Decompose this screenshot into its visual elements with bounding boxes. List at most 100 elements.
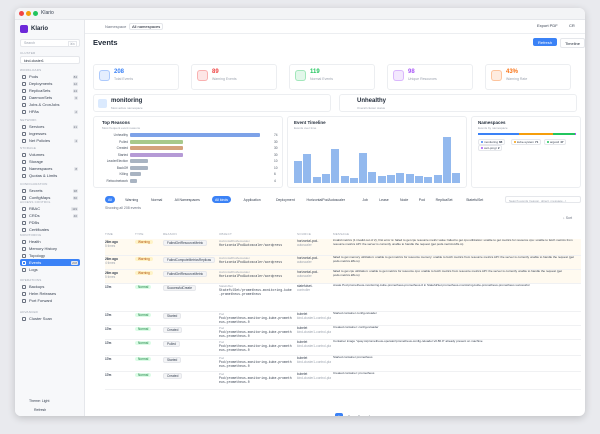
table-row[interactable]: 17m Normal Created Pod Pod/prometheus-monito…	[105, 326, 581, 340]
refresh-button[interactable]: Refresh	[20, 407, 80, 414]
sidebar-item-services[interactable]: Services 21	[20, 123, 80, 130]
sidebar-item-net-policies[interactable]: Net Policies 4	[20, 137, 80, 144]
object-link[interactable]: HorizontalPodAutoscaler/wordpress	[219, 243, 293, 247]
column-header-message[interactable]: MESSAGE	[333, 232, 349, 236]
kind-filter-horizontalpodautoscaler[interactable]: HorizontalPodAutoscaler	[304, 196, 349, 203]
sort-button[interactable]: ↓ Sort	[563, 216, 572, 220]
sidebar-item-hpas[interactable]: HPAs 2	[20, 108, 80, 115]
filter-all[interactable]: All	[105, 196, 115, 203]
column-header-object[interactable]: OBJECT	[219, 232, 232, 236]
sidebar-item-storage[interactable]: Storage	[20, 158, 80, 165]
object-link[interactable]: Pod/prometheus-monitoring-kube-prometheu…	[219, 330, 293, 338]
page-4-button[interactable]: 4	[365, 413, 373, 416]
timeline-bar	[303, 153, 312, 183]
close-window-button[interactable]	[19, 11, 24, 16]
sidebar-item-configmaps[interactable]: ConfigMaps 60	[20, 194, 80, 201]
sidebar-item-label: Logs	[29, 267, 38, 272]
kind-filter-lease[interactable]: Lease	[376, 196, 392, 203]
user-avatar[interactable]: CR	[569, 23, 575, 28]
filter-all-namespaces[interactable]: All Namespaces	[172, 196, 203, 203]
refresh-events-button[interactable]: Refresh	[533, 38, 558, 46]
sidebar-item-volumes[interactable]: Volumes	[20, 151, 80, 158]
theme-toggle[interactable]: Theme: Light	[20, 398, 80, 405]
section-storage: STORAGE	[20, 146, 37, 150]
sidebar-item-backups[interactable]: Backups	[20, 283, 80, 290]
table-row[interactable]: 26m ago 4 times Warning FailedComputeMetric…	[105, 256, 581, 270]
page-3-button[interactable]: 3	[355, 413, 363, 416]
object-link[interactable]: Pod/prometheus-monitoring-kube-prometheu…	[219, 316, 293, 324]
sidebar-item-quotas-limits[interactable]: Quotas & Limits	[20, 172, 80, 179]
export-pdf-button[interactable]: Export PDF	[537, 23, 558, 28]
sidebar-item-namespaces[interactable]: Namespaces 8	[20, 165, 80, 172]
table-row[interactable]: 17m Normal SuccessfulCreate StatefulSet Stat…	[105, 284, 581, 312]
sidebar-item-rbac[interactable]: RBAC 119	[20, 205, 80, 212]
sidebar-item-certificates[interactable]: Certificates	[20, 226, 80, 233]
table-row[interactable]: 17m Normal Pulled Pod Pod/prometheus-monitor…	[105, 340, 581, 356]
object-link[interactable]: HorizontalPodAutoscaler/wordpress	[219, 274, 293, 278]
sidebar-item-memory-history[interactable]: Memory History	[20, 245, 80, 252]
event-type-badge: Normal	[135, 313, 152, 317]
sidebar-item-jobs-cronjobs[interactable]: Jobs & CronJobs	[20, 101, 80, 108]
column-header-source[interactable]: SOURCE	[297, 232, 311, 236]
minimize-window-button[interactable]	[26, 11, 31, 16]
kind-filter-job[interactable]: Job	[359, 196, 371, 203]
column-header-reason[interactable]: REASON	[163, 232, 177, 236]
cluster-select[interactable]: kind-cluster1	[20, 56, 80, 64]
namespace-select[interactable]: All namespaces	[129, 23, 164, 30]
sidebar-search[interactable]: Search ⌘K	[20, 39, 80, 47]
object-link[interactable]: HorizontalPodAutoscaler/wordpress	[219, 260, 293, 264]
sidebar-item-deployments[interactable]: Deployments 12	[20, 80, 80, 87]
column-header-time[interactable]: TIME	[105, 232, 113, 236]
sidebar-item-logs[interactable]: Logs	[20, 266, 80, 273]
sidebar-item-events[interactable]: Events 208	[20, 259, 80, 266]
timeline-button[interactable]: Timeline	[560, 38, 585, 48]
sidebar-item-count: 60	[72, 195, 78, 200]
sidebar-item-pods[interactable]: Pods 84	[20, 73, 80, 80]
filter-warning[interactable]: Warning	[122, 196, 141, 203]
search-events-input[interactable]: Search events (reason, object, message..…	[505, 196, 581, 203]
sidebar-item-health[interactable]: Health	[20, 238, 80, 245]
kind-filter-deployment[interactable]: Deployment	[273, 196, 298, 203]
namespaces-sub: Events by namespace	[478, 126, 508, 130]
reason-bar	[130, 178, 137, 183]
sidebar-item-count: 21	[72, 124, 78, 129]
object-link[interactable]: StatefulSet/prometheus-monitoring-kube-p…	[219, 288, 293, 296]
page-1-button[interactable]: 1	[335, 413, 343, 416]
kind-filter-statefulset[interactable]: StatefulSet	[463, 196, 486, 203]
section-workloads: WORKLOADS	[20, 68, 42, 72]
sidebar-item-replicasets[interactable]: ReplicaSets 24	[20, 87, 80, 94]
kind-filter-node[interactable]: Node	[397, 196, 411, 203]
next-page-button[interactable]: ›	[375, 413, 383, 416]
sidebar-item-port-forward[interactable]: Port Forward	[20, 297, 80, 304]
object-link[interactable]: Pod/prometheus-monitoring-kube-prometheu…	[219, 376, 293, 384]
sidebar-item-label: Certificates	[29, 227, 50, 232]
sidebar-item-ingresses[interactable]: Ingresses	[20, 130, 80, 137]
kind-filter-application[interactable]: Application	[241, 196, 264, 203]
table-row[interactable]: 26m ago 5 times Warning FailedGetResourceMe…	[105, 239, 581, 256]
filter-normal[interactable]: Normal	[148, 196, 165, 203]
sidebar-item-daemonsets[interactable]: DaemonSets 6	[20, 94, 80, 101]
sidebar-item-pdbs[interactable]: PDBs	[20, 219, 80, 226]
column-header-type[interactable]: TYPE	[135, 232, 144, 236]
table-row[interactable]: 26m ago 5 times Warning FailedGetResourceMe…	[105, 270, 581, 284]
event-reason-badge: FailedGetResourceMetric	[163, 271, 208, 277]
table-row[interactable]: 17m Normal Started Pod Pod/prometheus-monito…	[105, 312, 581, 326]
event-source-host: autoscaler	[297, 274, 312, 278]
kind-filter-replicaset[interactable]: ReplicaSet	[433, 196, 456, 203]
event-time: 17m	[105, 313, 112, 317]
maximize-window-button[interactable]	[33, 11, 38, 16]
prev-page-button[interactable]: ‹	[325, 413, 333, 416]
kind-filter-all-kinds[interactable]: All kinds	[212, 196, 232, 203]
sidebar-item-secrets[interactable]: Secrets 38	[20, 187, 80, 194]
object-link[interactable]: Pod/prometheus-monitoring-kube-prometheu…	[219, 344, 293, 352]
table-row[interactable]: 17m Normal Started Pod Pod/prometheus-monito…	[105, 356, 581, 372]
object-link[interactable]: Pod/prometheus-monitoring-kube-prometheu…	[219, 360, 293, 368]
event-message: Started container config-reloader	[333, 312, 377, 315]
sidebar-item-cluster-scan[interactable]: Cluster Scan	[20, 315, 80, 322]
kind-filter-pod[interactable]: Pod	[416, 196, 428, 203]
table-row[interactable]: 17m Normal Created Pod Pod/prometheus-monito…	[105, 372, 581, 390]
sidebar-item-topology[interactable]: Topology	[20, 252, 80, 259]
page-2-button[interactable]: 2	[345, 413, 353, 416]
sidebar-item-crds[interactable]: CRDs 40	[20, 212, 80, 219]
sidebar-item-helm-releases[interactable]: Helm Releases	[20, 290, 80, 297]
